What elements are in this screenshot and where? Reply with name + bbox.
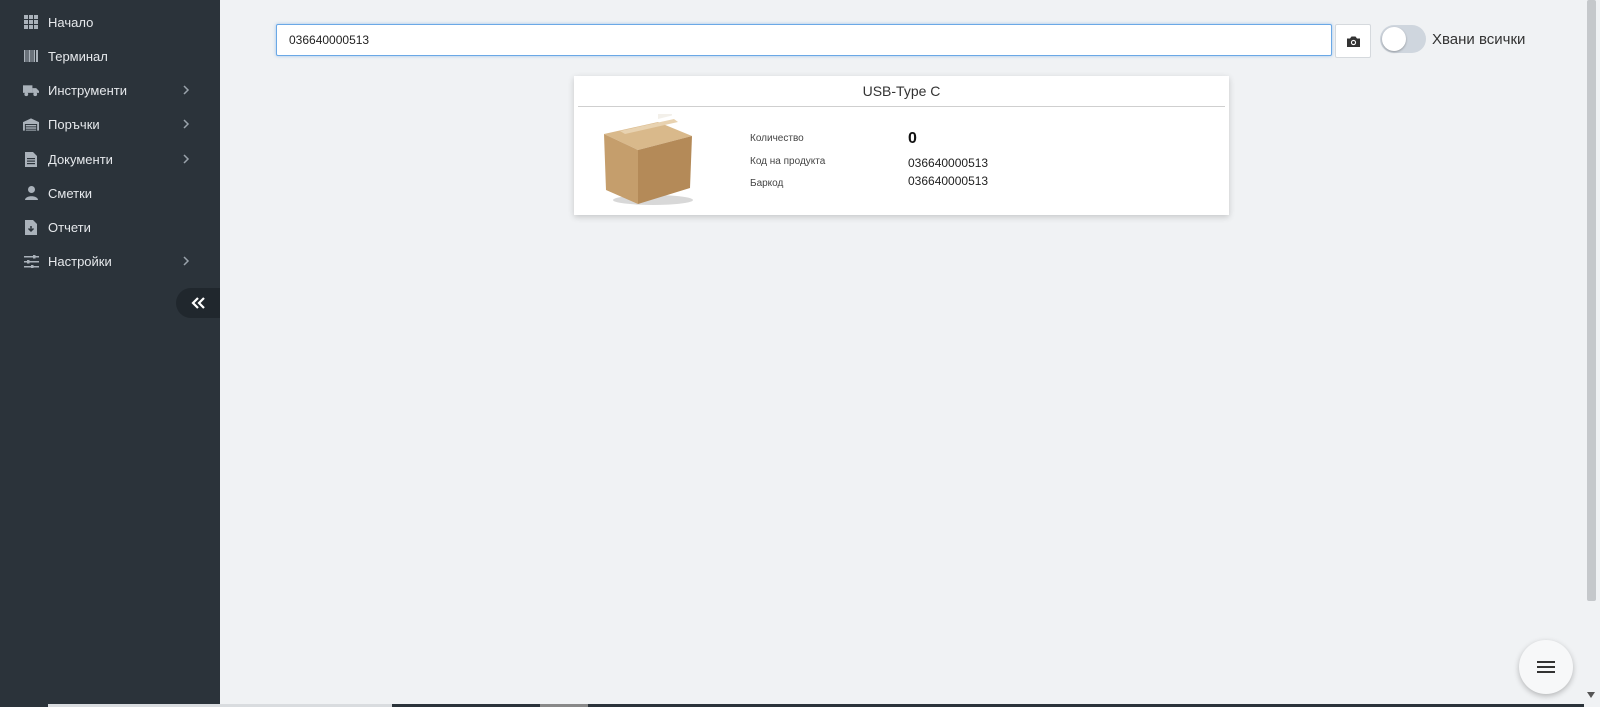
document-icon	[23, 151, 39, 167]
sidebar-item-tools[interactable]: Инструменти	[0, 73, 220, 107]
scrollbar[interactable]	[1584, 0, 1600, 707]
quantity-value: 0	[908, 130, 917, 147]
sidebar-collapse-button[interactable]	[176, 288, 220, 318]
sidebar-item-settings[interactable]: Настройки	[0, 244, 220, 278]
sliders-icon	[23, 253, 39, 269]
chevron-right-icon	[183, 154, 190, 164]
sidebar-item-label: Документи	[48, 151, 113, 167]
sidebar-item-label: Начало	[48, 14, 94, 30]
user-icon	[23, 185, 39, 201]
sidebar-item-label: Настройки	[48, 253, 112, 269]
product-code-label: Код на продукта	[750, 156, 826, 167]
sidebar-item-home[interactable]: Начало	[0, 5, 220, 39]
search-bar	[276, 24, 1334, 58]
barcode-value: 036640000513	[908, 174, 989, 188]
sidebar-item-terminal[interactable]: Терминал	[0, 39, 220, 73]
product-code-value: 036640000513	[908, 156, 989, 170]
barcode-icon	[23, 48, 39, 64]
product-title: USB-Type C	[578, 76, 1225, 107]
sidebar-item-label: Поръчки	[48, 116, 100, 132]
sidebar-item-label: Сметки	[48, 185, 93, 201]
sidebar-item-accounts[interactable]: Сметки	[0, 176, 220, 210]
capture-all-toggle[interactable]	[1380, 25, 1426, 53]
sidebar-item-reports[interactable]: Отчети	[0, 210, 220, 244]
cardboard-box-icon	[598, 109, 698, 208]
camera-button[interactable]	[1335, 24, 1371, 58]
scroll-down-arrow-icon[interactable]	[1587, 692, 1595, 698]
sidebar-item-label: Инструменти	[48, 82, 127, 98]
search-input[interactable]	[276, 24, 1332, 56]
barcode-label: Баркод	[750, 178, 784, 189]
chevron-right-icon	[183, 119, 190, 129]
menu-icon	[1537, 661, 1555, 673]
menu-fab-button[interactable]	[1519, 640, 1573, 694]
camera-icon	[1346, 36, 1360, 47]
chevron-right-icon	[183, 85, 190, 95]
double-chevron-left-icon	[191, 297, 205, 309]
sidebar-item-documents[interactable]: Документи	[0, 142, 220, 176]
grid-icon	[23, 14, 39, 30]
warehouse-icon	[23, 116, 39, 132]
scrollbar-thumb[interactable]	[1587, 0, 1596, 601]
capture-all-label: Хвани всички	[1432, 31, 1526, 48]
chevron-right-icon	[183, 256, 190, 266]
truck-icon	[23, 82, 39, 98]
report-icon	[23, 219, 39, 235]
sidebar: Начало Терминал Инструменти Поръчки Доку…	[0, 0, 220, 707]
toggle-knob	[1382, 27, 1406, 51]
sidebar-item-orders[interactable]: Поръчки	[0, 107, 220, 141]
product-card: USB-Type C Количество 0 Код на продукта …	[574, 76, 1229, 215]
sidebar-item-label: Терминал	[48, 48, 108, 64]
sidebar-item-label: Отчети	[48, 219, 91, 235]
quantity-label: Количество	[750, 133, 804, 144]
